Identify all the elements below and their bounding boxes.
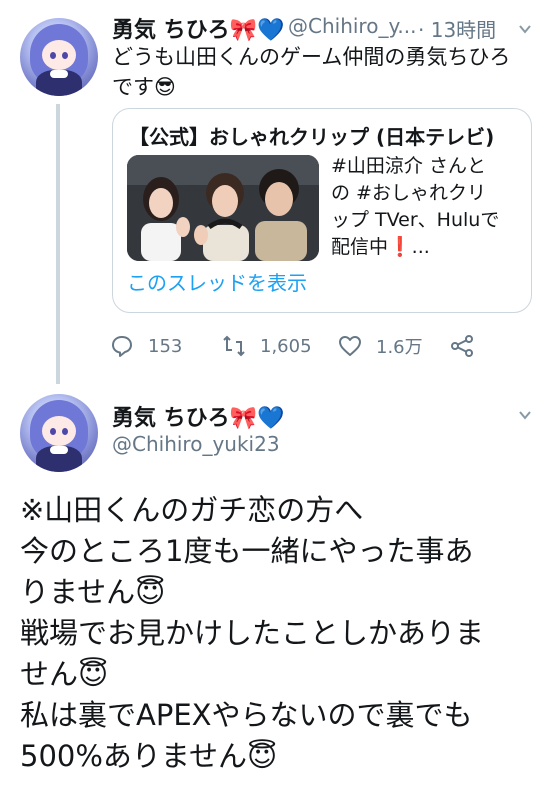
quote-text-line: 配信中❗... <box>331 236 430 258</box>
tweet-text-line: りません😇 <box>20 575 166 609</box>
quote-media-image[interactable] <box>127 155 319 261</box>
tweet-text-line: 戦場でお見かけしたことしかありま <box>20 616 485 650</box>
chevron-down-icon[interactable] <box>518 22 532 36</box>
retweet-button[interactable]: 1,605 <box>222 330 312 362</box>
retweet-icon <box>223 335 245 357</box>
tweet-text-line: 今のところ1度も一緒にやった事あ <box>20 534 474 568</box>
heart-icon <box>339 336 361 356</box>
show-thread-link[interactable]: このスレッドを表示 <box>127 267 307 296</box>
quote-text-line: の #おしゃれクリ <box>331 182 486 204</box>
tweet-text-line: ※山田くんのガチ恋の方へ <box>20 493 364 527</box>
quote-text-line: #山田涼介 さんと <box>331 155 486 177</box>
tweet-text-line: どうも山田くんのゲーム仲間の勇気ちひろ <box>112 45 511 69</box>
share-icon <box>451 335 473 357</box>
timestamp[interactable]: · 13時間 <box>418 14 496 43</box>
tweet-text-line: 500%ありません😇 <box>20 739 278 773</box>
like-count: 1.6万 <box>376 337 423 358</box>
share-button[interactable] <box>450 330 474 362</box>
tweet-text-line: です😎 <box>112 75 176 99</box>
handle[interactable]: @Chihiro_y... <box>288 14 417 38</box>
quote-author-name: 【公式】おしゃれクリップ (日本テレビ) <box>129 125 495 149</box>
like-button[interactable]: 1.6万 <box>338 330 423 362</box>
tweet-text-line: せん😇 <box>20 657 109 691</box>
handle[interactable]: @Chihiro_yuki23 <box>112 432 280 456</box>
reply-button[interactable]: 153 <box>110 330 182 362</box>
display-name[interactable]: 勇気 ちひろ🎀💙 <box>112 12 284 44</box>
reply-icon <box>112 336 132 357</box>
retweet-count: 1,605 <box>260 335 312 357</box>
tweet-body: ※山田くんのガチ恋の方へ 今のところ1度も一緒にやった事あ りません😇 戦場でお… <box>20 490 540 777</box>
chevron-down-icon[interactable] <box>518 408 532 422</box>
quote-tweet-card[interactable]: 【公式】おしゃれクリップ (日本テレビ) #山田涼介 さんと の #おしゃれクリ… <box>112 108 532 313</box>
avatar[interactable] <box>20 394 98 472</box>
quote-text: #山田涼介 さんと の #おしゃれクリ ップ TVer、Huluで 配信中❗..… <box>331 153 521 261</box>
avatar[interactable] <box>20 18 98 96</box>
reply-count: 153 <box>148 335 183 357</box>
tweet-text-line: 私は裏でAPEXやらないので裏でも <box>20 698 473 732</box>
display-name[interactable]: 勇気 ちひろ🎀💙 <box>112 400 284 432</box>
thread-line <box>56 104 60 384</box>
quote-text-line: ップ TVer、Huluで <box>331 209 500 231</box>
tweet-actions: 153 1,605 1.6万 <box>110 330 530 362</box>
